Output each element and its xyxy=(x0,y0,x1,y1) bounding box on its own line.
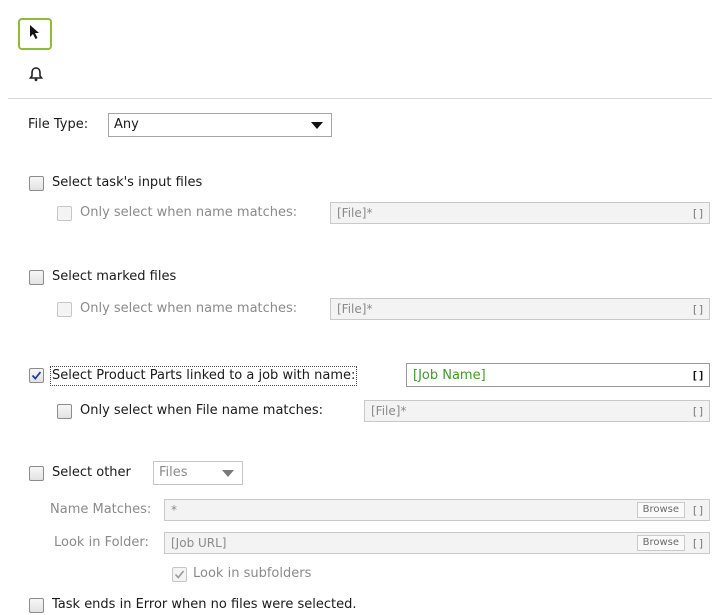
bell-icon[interactable] xyxy=(28,66,44,82)
look-in-folder-value: [Job URL] xyxy=(171,536,227,550)
input-files-label: Select task's input files xyxy=(52,175,203,190)
arrow-pointer-icon xyxy=(29,24,41,44)
name-matches-value: * xyxy=(171,503,177,517)
checkmark-icon xyxy=(31,371,42,380)
input-files-name-match-label: Only select when name matches: xyxy=(80,205,298,220)
name-matches-browse-button[interactable]: Browse xyxy=(636,502,685,518)
marked-files-label: Select marked files xyxy=(52,269,177,284)
product-parts-name-match-value: [File]* xyxy=(371,404,407,418)
select-other-type-select[interactable]: Files xyxy=(153,461,243,485)
look-in-folder-label: Look in Folder: xyxy=(54,535,149,550)
file-type-label: File Type: xyxy=(28,117,89,132)
variable-brackets-icon[interactable]: [] xyxy=(687,504,709,517)
input-files-name-match-value: [File]* xyxy=(337,206,373,220)
chevron-down-icon xyxy=(222,469,234,477)
product-parts-label: Select Product Parts linked to a job wit… xyxy=(50,366,358,386)
product-parts-job-name-value: [Job Name] xyxy=(413,367,486,383)
select-other-label: Select other xyxy=(52,465,131,480)
look-in-subfolders-checkbox[interactable] xyxy=(172,567,187,582)
look-in-subfolders-label: Look in subfolders xyxy=(193,566,312,581)
checkmark-icon xyxy=(174,570,185,579)
chevron-down-icon xyxy=(311,121,323,129)
product-parts-job-name-field[interactable]: [Job Name] [] xyxy=(406,363,710,387)
variable-brackets-icon[interactable]: [] xyxy=(687,369,709,382)
variable-brackets-icon[interactable]: [] xyxy=(687,207,709,220)
name-matches-label: Name Matches: xyxy=(50,502,152,517)
marked-files-checkbox[interactable] xyxy=(29,270,44,285)
error-when-no-files-checkbox[interactable] xyxy=(29,598,44,613)
marked-files-name-match-value: [File]* xyxy=(337,302,373,316)
marked-files-name-match-checkbox[interactable] xyxy=(57,302,72,317)
look-in-folder-field[interactable]: [Job URL] Browse [] xyxy=(164,532,710,554)
marked-files-name-match-field[interactable]: [File]* [] xyxy=(330,298,710,320)
marked-files-name-match-label: Only select when name matches: xyxy=(80,301,298,316)
pointer-tool-button[interactable] xyxy=(18,18,52,50)
product-parts-name-match-label: Only select when File name matches: xyxy=(80,403,324,418)
select-other-checkbox[interactable] xyxy=(29,466,44,481)
variable-brackets-icon[interactable]: [] xyxy=(687,303,709,316)
input-files-checkbox[interactable] xyxy=(29,176,44,191)
select-other-type-value: Files xyxy=(159,465,188,480)
product-parts-name-match-checkbox[interactable] xyxy=(57,404,72,419)
product-parts-checkbox[interactable] xyxy=(29,368,44,383)
input-files-name-match-field[interactable]: [File]* [] xyxy=(330,202,710,224)
look-in-folder-browse-button[interactable]: Browse xyxy=(636,535,685,551)
input-files-name-match-checkbox[interactable] xyxy=(57,206,72,221)
file-type-select[interactable]: Any xyxy=(108,113,332,137)
name-matches-field[interactable]: * Browse [] xyxy=(164,499,710,521)
toolbar-separator xyxy=(8,98,712,99)
error-when-no-files-label: Task ends in Error when no files were se… xyxy=(52,597,357,612)
product-parts-name-match-field[interactable]: [File]* [] xyxy=(364,400,710,422)
toolbar xyxy=(0,0,712,98)
variable-brackets-icon[interactable]: [] xyxy=(687,537,709,550)
variable-brackets-icon[interactable]: [] xyxy=(687,405,709,418)
file-type-value: Any xyxy=(114,117,139,132)
